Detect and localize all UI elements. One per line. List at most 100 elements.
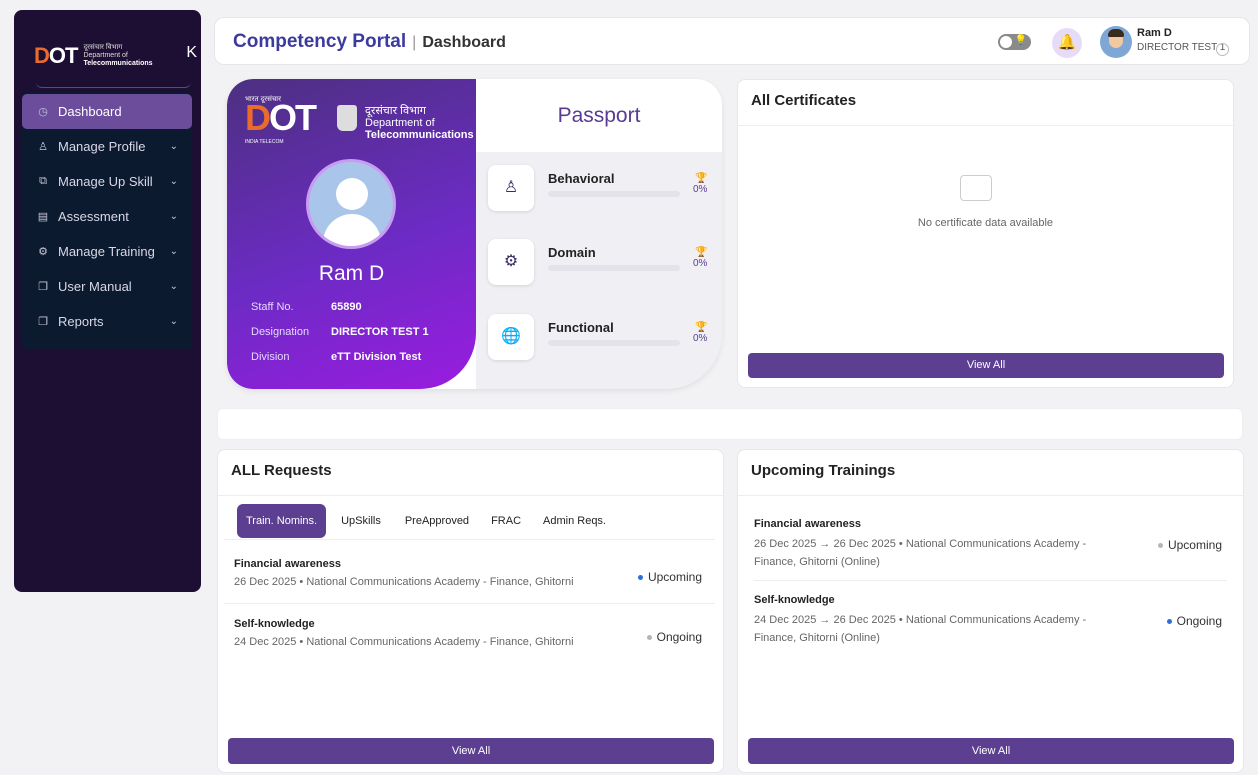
list-item[interactable]: Self-knowledge 24 Dec 2025 → 26 Dec 2025… bbox=[754, 594, 1234, 647]
sidebar-item-label: Assessment bbox=[58, 209, 129, 224]
sidebar-item-manage-profile[interactable]: ♙ Manage Profile ⌄ bbox=[22, 129, 192, 164]
progress-bar bbox=[548, 191, 680, 197]
dot-logo: DOT bbox=[34, 43, 78, 68]
user-icon: ♙ bbox=[38, 141, 48, 153]
passport-title: Passport bbox=[557, 104, 641, 127]
sidebar-item-label: User Manual bbox=[58, 279, 132, 294]
requests-tabs: Train. Nomins. UpSkills PreApproved FRAC… bbox=[226, 504, 615, 538]
chevron-down-icon: ⌄ bbox=[169, 141, 178, 152]
globe-icon: 🌐 bbox=[488, 314, 534, 360]
emblem-icon bbox=[337, 105, 357, 131]
profile-avatar bbox=[306, 159, 396, 249]
toggle-knob bbox=[1000, 36, 1012, 48]
sidebar-item-label: Manage Up Skill bbox=[58, 174, 153, 189]
trophy-icon: 🏆 bbox=[695, 247, 708, 258]
division-row: Division eTT Division Test bbox=[251, 351, 422, 363]
dept-en: Department of bbox=[365, 117, 435, 129]
skill-icon: ⧉ bbox=[39, 175, 47, 187]
tab-upskills[interactable]: UpSkills bbox=[332, 504, 390, 538]
logo-sub-text: INDIA TELECOM bbox=[245, 139, 284, 145]
tab-frac[interactable]: FRAC bbox=[482, 504, 530, 538]
page-name: Dashboard bbox=[422, 34, 506, 51]
trophy-icon: 🏆 bbox=[695, 322, 708, 333]
dashboard-icon: ◷ bbox=[38, 106, 48, 118]
app-title: Competency Portal bbox=[233, 31, 407, 52]
list-item[interactable]: Self-knowledge 24 Dec 2025 • National Co… bbox=[234, 618, 712, 648]
user-icon: ♙ bbox=[488, 165, 534, 211]
trainings-card: Upcoming Trainings Financial awareness 2… bbox=[737, 449, 1244, 773]
dot-logo: DOT bbox=[245, 97, 317, 138]
competency-domain[interactable]: ⚙ Domain 🏆 0% bbox=[488, 239, 713, 289]
list-item[interactable]: Financial awareness 26 Dec 2025 • Nation… bbox=[234, 558, 712, 588]
gear-icon: ⚙ bbox=[38, 246, 48, 258]
sidebar-logo: DOT दूरसंचार विभाग Department of Telecom… bbox=[34, 36, 194, 76]
sidebar-item-label: Manage Profile bbox=[58, 139, 146, 154]
requests-view-all-button[interactable]: View All bbox=[228, 738, 714, 764]
trainings-view-all-button[interactable]: View All bbox=[748, 738, 1234, 764]
sidebar-item-assessment[interactable]: ▤ Assessment ⌄ bbox=[22, 199, 192, 234]
logo-hindi-text: भारत दूरसंचार bbox=[245, 96, 281, 103]
sidebar-item-label: Reports bbox=[58, 314, 104, 329]
tab-admin-reqs[interactable]: Admin Reqs. bbox=[534, 504, 615, 538]
title-separator: | bbox=[412, 34, 417, 51]
passport-id-panel: भारत दूरसंचार DOT INDIA TELECOM दूरसंचार… bbox=[227, 79, 476, 389]
sidebar-item-manage-training[interactable]: ⚙ Manage Training ⌄ bbox=[22, 234, 192, 269]
status-circle-icon bbox=[1216, 43, 1229, 56]
chevron-down-icon: ⌄ bbox=[169, 316, 178, 327]
requests-card: ALL Requests Train. Nomins. UpSkills Pre… bbox=[217, 449, 724, 773]
dept-hindi: दूरसंचार विभाग bbox=[365, 105, 426, 117]
user-info[interactable]: Ram D DIRECTOR TEST 1 bbox=[1137, 27, 1225, 53]
sidebar-divider bbox=[36, 76, 191, 88]
certificates-view-all-button[interactable]: View All bbox=[748, 353, 1224, 378]
bulb-icon: 💡 bbox=[1014, 35, 1027, 46]
chevron-down-icon: ⌄ bbox=[169, 176, 178, 187]
document-icon: ❐ bbox=[38, 281, 48, 293]
user-role: DIRECTOR TEST 1 bbox=[1137, 42, 1226, 53]
chevron-down-icon: ⌄ bbox=[169, 211, 178, 222]
division-value: eTT Division Test bbox=[331, 351, 422, 363]
trophy-icon: 🏆 bbox=[695, 173, 708, 184]
tab-preapproved[interactable]: PreApproved bbox=[396, 504, 478, 538]
sidebar-item-label: Manage Training bbox=[58, 244, 155, 259]
user-name: Ram D bbox=[1137, 27, 1172, 39]
staff-no-value: 65890 bbox=[331, 301, 362, 313]
passport-card: भारत दूरसंचार DOT INDIA TELECOM दूरसंचार… bbox=[227, 79, 722, 389]
sidebar-menu: ◷ Dashboard ♙ Manage Profile ⌄ ⧉ Manage … bbox=[22, 92, 192, 349]
document-icon: ❐ bbox=[38, 316, 48, 328]
chevron-down-icon: ⌄ bbox=[169, 281, 178, 292]
list-item[interactable]: Financial awareness 26 Dec 2025 → 26 Dec… bbox=[754, 518, 1234, 571]
competency-behavioral[interactable]: ♙ Behavioral 🏆 0% bbox=[488, 165, 713, 215]
sidebar-item-user-manual[interactable]: ❐ User Manual ⌄ bbox=[22, 269, 192, 304]
empty-state-text: No certificate data available bbox=[917, 217, 1054, 229]
notification-bell-icon[interactable]: 🔔 bbox=[1052, 28, 1082, 58]
avatar[interactable] bbox=[1100, 26, 1132, 58]
theme-toggle[interactable]: 💡 bbox=[998, 34, 1031, 50]
chevron-down-icon: ⌄ bbox=[169, 246, 178, 257]
designation-value: DIRECTOR TEST 1 bbox=[331, 326, 429, 338]
progress-bar bbox=[548, 265, 680, 271]
logo-dept-hindi: दूरसंचार विभाग bbox=[83, 44, 123, 51]
collapse-sidebar-icon[interactable]: K bbox=[186, 44, 197, 62]
designation-row: Designation DIRECTOR TEST 1 bbox=[251, 326, 429, 338]
logo-dept-en: Department of bbox=[83, 52, 128, 59]
dept-en2: Telecommunications bbox=[365, 129, 474, 141]
requests-title: ALL Requests bbox=[218, 450, 723, 496]
progress-bar bbox=[548, 340, 680, 346]
assessment-icon: ▤ bbox=[37, 211, 49, 223]
spacer-strip bbox=[217, 408, 1243, 440]
passport-competency-panel: Passport ♙ Behavioral 🏆 0% ⚙ Domain 🏆 0%… bbox=[476, 79, 722, 389]
page-title: Competency Portal | Dashboard bbox=[233, 31, 506, 53]
top-header: Competency Portal | Dashboard 💡 🔔 Ram D DI… bbox=[214, 17, 1250, 65]
sidebar: DOT दूरसंचार विभाग Department of Telecom… bbox=[14, 10, 201, 592]
status-badge: Upcoming bbox=[1157, 538, 1222, 552]
sidebar-item-manage-up-skill[interactable]: ⧉ Manage Up Skill ⌄ bbox=[22, 164, 192, 199]
certificates-card: All Certificates No certificate data ava… bbox=[737, 79, 1234, 388]
status-badge: Ongoing bbox=[646, 630, 702, 644]
sidebar-item-dashboard[interactable]: ◷ Dashboard bbox=[22, 94, 192, 129]
sidebar-item-reports[interactable]: ❐ Reports ⌄ bbox=[22, 304, 192, 339]
competency-functional[interactable]: 🌐 Functional 🏆 0% bbox=[488, 314, 713, 364]
gear-icon: ⚙ bbox=[488, 239, 534, 285]
tab-train-nomins[interactable]: Train. Nomins. bbox=[237, 504, 327, 538]
certificates-title: All Certificates bbox=[738, 80, 1233, 126]
trainings-title: Upcoming Trainings bbox=[738, 450, 1243, 496]
